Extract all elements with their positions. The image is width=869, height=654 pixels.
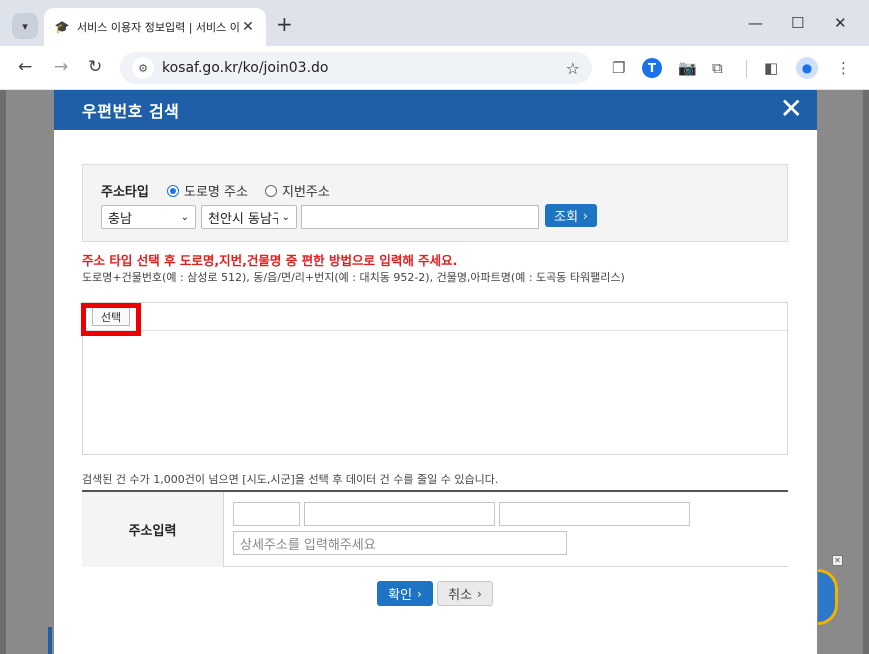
postal-code-field[interactable] [233, 502, 300, 526]
province-select-value: 충남 [108, 211, 132, 227]
browser-toolbar: ← → ↻ ⚙ kosaf.go.kr/ko/join03.do ☆ ❐ T 📷… [0, 46, 869, 90]
tab-search-button[interactable]: ▾ [12, 13, 38, 39]
overlay-edge-right [863, 90, 869, 654]
address-bar[interactable]: ⚙ kosaf.go.kr/ko/join03.do ☆ [120, 52, 592, 84]
road-address-field[interactable] [304, 502, 495, 526]
address-input-label: 주소입력 [82, 492, 224, 567]
widget-close-icon[interactable]: ✕ [832, 555, 843, 566]
postal-code-search-modal: 우편번호 검색 ✕ 주소타입 도로명 주소 지번주소 충남 ⌄ 천안시 동남구 … [54, 90, 817, 654]
address-query-input[interactable] [301, 205, 539, 229]
radio-road-address[interactable]: 도로명 주소 [167, 181, 248, 200]
browser-titlebar: ▾ 🎓 서비스 이용자 정보입력 | 서비스 이용 ✕ + — ☐ ✕ [0, 0, 869, 46]
radio-road-label: 도로명 주소 [184, 185, 248, 200]
radio-lot-label: 지번주소 [282, 185, 330, 200]
overlay-edge-left [0, 90, 6, 654]
highlight-box [81, 303, 141, 336]
search-example-hint: 도로명+건물번호(예 : 삼성로 512), 동/읍/면/리+번지(예 : 대치… [82, 271, 625, 284]
toolbar-divider [746, 60, 747, 78]
address-type-label: 주소타입 [101, 185, 149, 200]
modal-header: 우편번호 검색 ✕ [54, 90, 817, 130]
tab-title: 서비스 이용자 정보입력 | 서비스 이용 [77, 21, 240, 34]
search-results-list: 선택 [82, 302, 788, 455]
extensions-puzzle-icon[interactable]: ⧉ [712, 57, 723, 79]
tab-close-icon[interactable]: ✕ [240, 19, 256, 35]
result-limit-note: 검색된 건 수가 1,000건이 넘으면 [시도,시군]을 선택 후 데이터 건… [82, 473, 499, 486]
chevron-down-icon: ⌄ [180, 211, 189, 223]
detail-address-field[interactable]: 상세주소를 입력해주세요 [233, 531, 567, 555]
camera-icon[interactable]: 📷 [678, 57, 697, 79]
radio-unselected-icon [265, 184, 277, 197]
chatbot-mascot-icon[interactable] [818, 569, 838, 625]
copy-icon[interactable]: ❐ [612, 57, 625, 79]
address-input-table: 주소입력 상세주소를 입력해주세요 [82, 490, 788, 567]
confirm-button[interactable]: 확인 › [377, 581, 433, 606]
window-close-button[interactable]: ✕ [834, 14, 847, 32]
close-icon[interactable]: ✕ [780, 95, 803, 123]
chevron-down-icon: ⌄ [281, 211, 290, 223]
new-tab-button[interactable]: + [276, 14, 293, 34]
radio-selected-icon [167, 184, 179, 197]
instruction-warning: 주소 타입 선택 후 도로명,지번,건물명 중 편한 방법으로 입력해 주세요. [82, 253, 458, 268]
site-info-icon[interactable]: ⚙ [132, 57, 154, 79]
city-select[interactable]: 천안시 동남구 ⌄ [201, 205, 297, 229]
bookmark-star-icon[interactable]: ☆ [566, 59, 580, 78]
minimize-button[interactable]: — [748, 14, 763, 32]
chevron-right-icon: › [583, 208, 588, 223]
cancel-button[interactable]: 취소 › [437, 581, 493, 606]
extra-address-field[interactable] [499, 502, 690, 526]
menu-kebab-icon[interactable]: ⋮ [836, 57, 851, 79]
background-page-fragment [48, 627, 52, 654]
url-text: kosaf.go.kr/ko/join03.do [162, 60, 329, 76]
forward-button[interactable]: → [54, 56, 68, 78]
maximize-button[interactable]: ☐ [791, 14, 804, 32]
floating-chatbot-widget[interactable]: ✕ [818, 555, 858, 635]
reload-button[interactable]: ↻ [88, 56, 102, 78]
address-search-panel: 주소타입 도로명 주소 지번주소 충남 ⌄ 천안시 동남구 ⌄ 조회 › [82, 164, 788, 242]
graduation-cap-icon: 🎓 [54, 20, 70, 34]
browser-tab[interactable]: 🎓 서비스 이용자 정보입력 | 서비스 이용 ✕ [44, 8, 266, 46]
confirm-button-label: 확인 [388, 588, 413, 603]
back-button[interactable]: ← [18, 56, 32, 78]
results-header-row: 선택 [83, 303, 787, 331]
cancel-button-label: 취소 [448, 588, 473, 603]
city-select-value: 천안시 동남구 [208, 211, 278, 227]
radio-lot-address[interactable]: 지번주소 [265, 181, 330, 200]
side-panel-icon[interactable]: ◧ [764, 57, 778, 79]
province-select[interactable]: 충남 ⌄ [101, 205, 196, 229]
search-button[interactable]: 조회 › [545, 204, 597, 227]
modal-title: 우편번호 검색 [82, 102, 180, 121]
search-button-label: 조회 [554, 210, 579, 225]
translate-extension-icon[interactable]: T [642, 58, 662, 78]
profile-avatar-icon[interactable]: ● [796, 57, 818, 79]
chevron-right-icon: › [417, 586, 422, 601]
chevron-right-icon: › [477, 586, 482, 601]
